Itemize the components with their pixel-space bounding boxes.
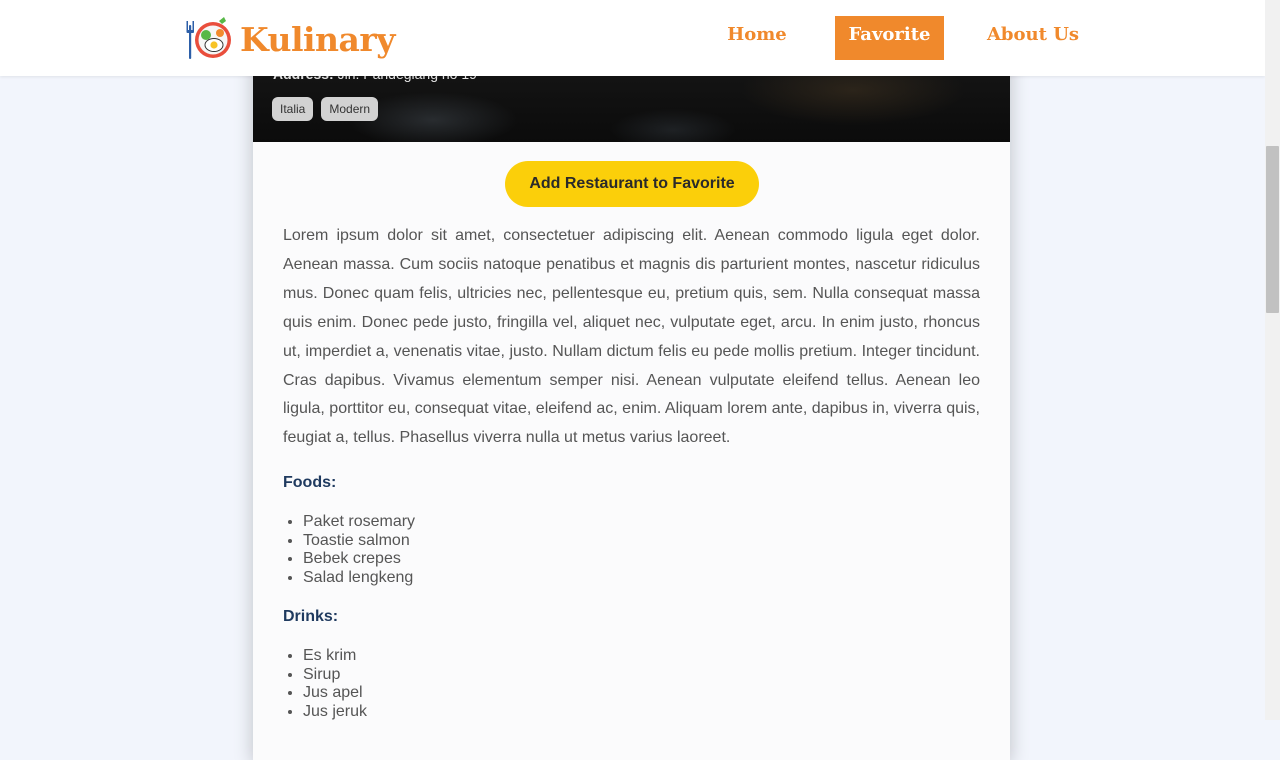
brand-name[interactable]: Kulinary (240, 20, 395, 59)
list-item: Bebek crepes (303, 550, 415, 569)
drinks-list: Es krim Sirup Jus apel Jus jeruk (283, 647, 367, 721)
nav-about-link[interactable]: About Us (983, 16, 1083, 60)
drinks-title: Drinks: (283, 608, 339, 625)
foods-list: Paket rosemary Toastie salmon Bebek crep… (283, 513, 415, 587)
foods-title: Foods: (283, 474, 337, 491)
list-item: Es krim (303, 647, 367, 666)
list-item: Toastie salmon (303, 532, 415, 551)
food-bowl-logo-icon[interactable] (186, 15, 234, 63)
category-tags: Italia Modern (272, 97, 379, 121)
nav-favorite-link[interactable]: Favorite (835, 16, 944, 60)
list-item: Salad lengkeng (303, 569, 415, 588)
page-scrollbar-thumb[interactable] (1266, 146, 1279, 313)
app-header: Kulinary Home Favorite About Us (0, 0, 1265, 76)
list-item: Paket rosemary (303, 513, 415, 532)
nav-home-link[interactable]: Home (716, 16, 798, 60)
category-tag: Modern (321, 97, 379, 121)
page-scrollbar-track[interactable] (1265, 0, 1280, 720)
restaurant-description: Lorem ipsum dolor sit amet, consectetuer… (283, 227, 980, 447)
list-item: Sirup (303, 666, 367, 685)
list-item: Jus apel (303, 684, 367, 703)
add-to-favorite-button[interactable]: Add Restaurant to Favorite (505, 161, 759, 207)
category-tag: Italia (272, 97, 314, 121)
list-item: Jus jeruk (303, 703, 367, 722)
